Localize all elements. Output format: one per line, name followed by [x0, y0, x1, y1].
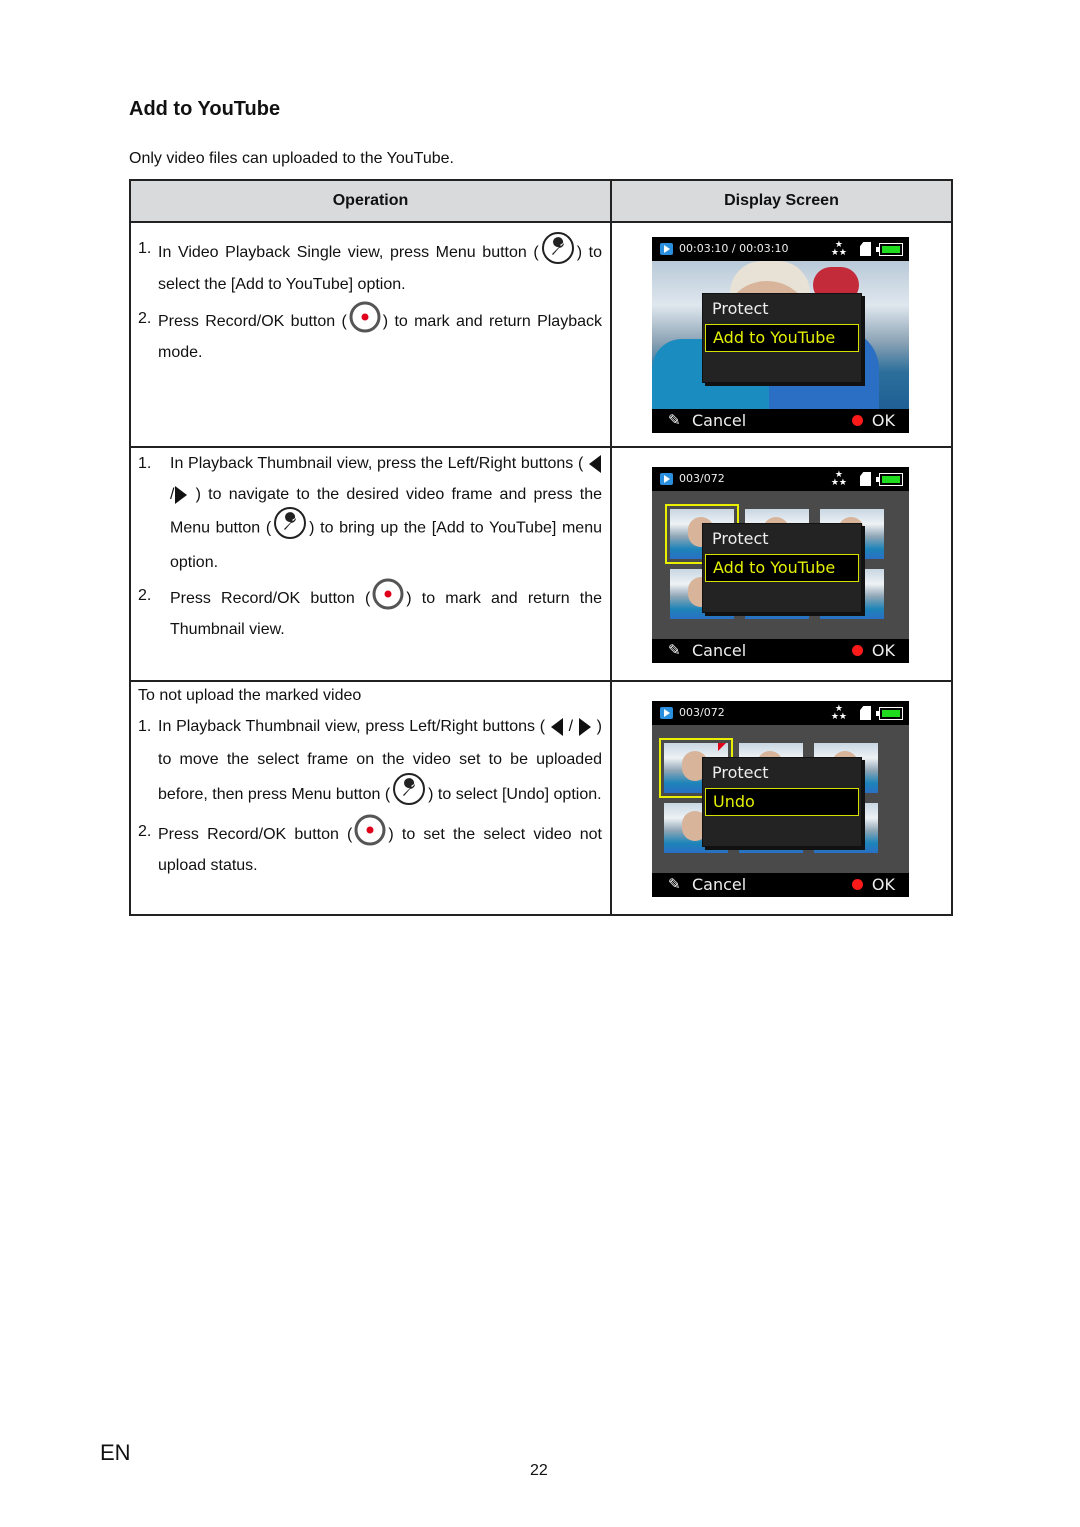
step-number: 1.: [138, 455, 152, 472]
play-icon: [660, 707, 673, 719]
ok-button[interactable]: OK: [872, 411, 895, 430]
upload-flag-icon: [718, 743, 726, 751]
display-cell: 00:03:10 / 00:03:10 ★ ★★ Protect Add to Y…: [610, 221, 953, 448]
operation-cell: 1. In Playback Thumbnail view, press the…: [129, 446, 612, 682]
record-dot-icon: [852, 415, 863, 426]
left-arrow-icon: [550, 717, 563, 736]
sd-card-icon: [860, 472, 871, 486]
display-cell: 003/072 ★ ★★ Protect Add to YouTube ✎ Can…: [610, 446, 953, 682]
popup-menu: Protect Undo: [702, 757, 862, 847]
record-button-icon: [354, 814, 386, 856]
menu-button-icon: [541, 231, 575, 275]
step-number: 2.: [138, 310, 152, 327]
step-text: Press Record/OK button (: [170, 590, 371, 608]
menu-item-protect[interactable]: Protect: [703, 296, 861, 322]
record-dot-icon: [852, 645, 863, 656]
popup-menu: Protect Add to YouTube: [702, 523, 862, 613]
file-counter: 003/072: [679, 706, 725, 719]
menu-item-protect[interactable]: Protect: [703, 526, 861, 552]
bottom-bar: ✎ Cancel OK: [652, 639, 909, 663]
right-arrow-icon: [578, 717, 591, 736]
step-item: 1. In Playback Thumbnail view, press Lef…: [138, 710, 602, 814]
battery-icon: [876, 707, 903, 720]
bottom-bar: ✎ Cancel OK: [652, 409, 909, 433]
step-number: 1.: [138, 718, 152, 735]
wrench-icon: ✎: [668, 411, 681, 429]
cancel-button[interactable]: Cancel: [692, 411, 746, 430]
status-bar: 003/072 ★ ★★: [652, 701, 909, 725]
step-number: 2.: [138, 587, 152, 604]
menu-button-icon: [273, 506, 307, 551]
step-item: 1. In Video Playback Single view, press …: [138, 232, 602, 299]
step-item: 2. Press Record/OK button ( ) to set the…: [138, 814, 602, 880]
step-text: In Video Playback Single view, press Men…: [158, 244, 539, 262]
ok-button[interactable]: OK: [872, 641, 895, 660]
table-row: 1. In Playback Thumbnail view, press the…: [129, 446, 953, 682]
camera-screen: 003/072 ★ ★★ Protect Add to YouTube ✎ Can…: [652, 467, 909, 663]
display-screen-header: Display Screen: [610, 179, 953, 223]
bottom-bar: ✎ Cancel OK: [652, 873, 909, 897]
ok-button[interactable]: OK: [872, 875, 895, 894]
operation-cell: To not upload the marked video 1. In Pla…: [129, 680, 612, 916]
play-icon: [660, 473, 673, 485]
step-text: ) to select [Undo] option.: [428, 786, 602, 804]
status-bar: 00:03:10 / 00:03:10 ★ ★★: [652, 237, 909, 261]
language-label: EN: [100, 1440, 131, 1465]
sd-card-icon: [860, 242, 871, 256]
left-arrow-icon: [589, 454, 601, 473]
menu-item-add-to-youtube[interactable]: Add to YouTube: [705, 324, 859, 352]
menu-button-icon: [392, 772, 426, 818]
battery-icon: [876, 473, 903, 486]
wrench-icon: ✎: [668, 875, 681, 893]
step-text: Press Record/OK button (: [158, 826, 353, 844]
page-title: Add to YouTube: [129, 98, 281, 120]
step-item: 2. Press Record/OK button ( ) to mark an…: [138, 301, 602, 367]
record-button-icon: [349, 301, 381, 343]
wrench-icon: ✎: [668, 641, 681, 659]
step-text: Press Record/OK button (: [158, 313, 347, 331]
table-row: 1. In Video Playback Single view, press …: [129, 221, 953, 448]
quality-stars-icon: ★ ★★: [830, 704, 847, 722]
camera-screen: 003/072 ★ ★★ Protect Undo ✎ Cancel OK: [652, 701, 909, 897]
step-item: 1. In Playback Thumbnail view, press the…: [138, 448, 602, 578]
step-item: 2. Press Record/OK button ( ) to mark an…: [138, 578, 602, 644]
display-cell: 003/072 ★ ★★ Protect Undo ✎ Cancel OK: [610, 680, 953, 916]
intro-text: Only video files can uploaded to the You…: [129, 150, 454, 167]
camera-screen: 00:03:10 / 00:03:10 ★ ★★ Protect Add to Y…: [652, 237, 909, 433]
menu-item-protect[interactable]: Protect: [703, 760, 861, 786]
operation-cell: 1. In Video Playback Single view, press …: [129, 221, 612, 448]
step-number: 2.: [138, 823, 152, 840]
page-number: 22: [530, 1462, 548, 1479]
status-bar: 003/072 ★ ★★: [652, 467, 909, 491]
cancel-button[interactable]: Cancel: [692, 641, 746, 660]
table-row: To not upload the marked video 1. In Pla…: [129, 680, 953, 916]
sd-card-icon: [860, 706, 871, 720]
record-button-icon: [372, 578, 404, 620]
menu-item-add-to-youtube[interactable]: Add to YouTube: [705, 554, 859, 582]
time-counter: 00:03:10 / 00:03:10: [679, 242, 789, 255]
popup-menu: Protect Add to YouTube: [702, 293, 862, 383]
cancel-button[interactable]: Cancel: [692, 875, 746, 894]
battery-icon: [876, 243, 903, 256]
quality-stars-icon: ★ ★★: [830, 240, 847, 258]
file-counter: 003/072: [679, 472, 725, 485]
play-icon: [660, 243, 673, 255]
operation-header: Operation: [129, 179, 612, 223]
step-number: 1.: [138, 240, 152, 257]
operation-table: Operation Display Screen 1. In Video Pla…: [129, 179, 953, 916]
step-text: In Playback Thumbnail view, press the Le…: [170, 455, 584, 472]
section-subheading: To not upload the marked video: [138, 687, 362, 704]
menu-item-undo[interactable]: Undo: [705, 788, 859, 816]
right-arrow-icon: [175, 485, 188, 504]
quality-stars-icon: ★ ★★: [830, 470, 847, 488]
record-dot-icon: [852, 879, 863, 890]
step-text: In Playback Thumbnail view, press Left/R…: [158, 718, 546, 735]
